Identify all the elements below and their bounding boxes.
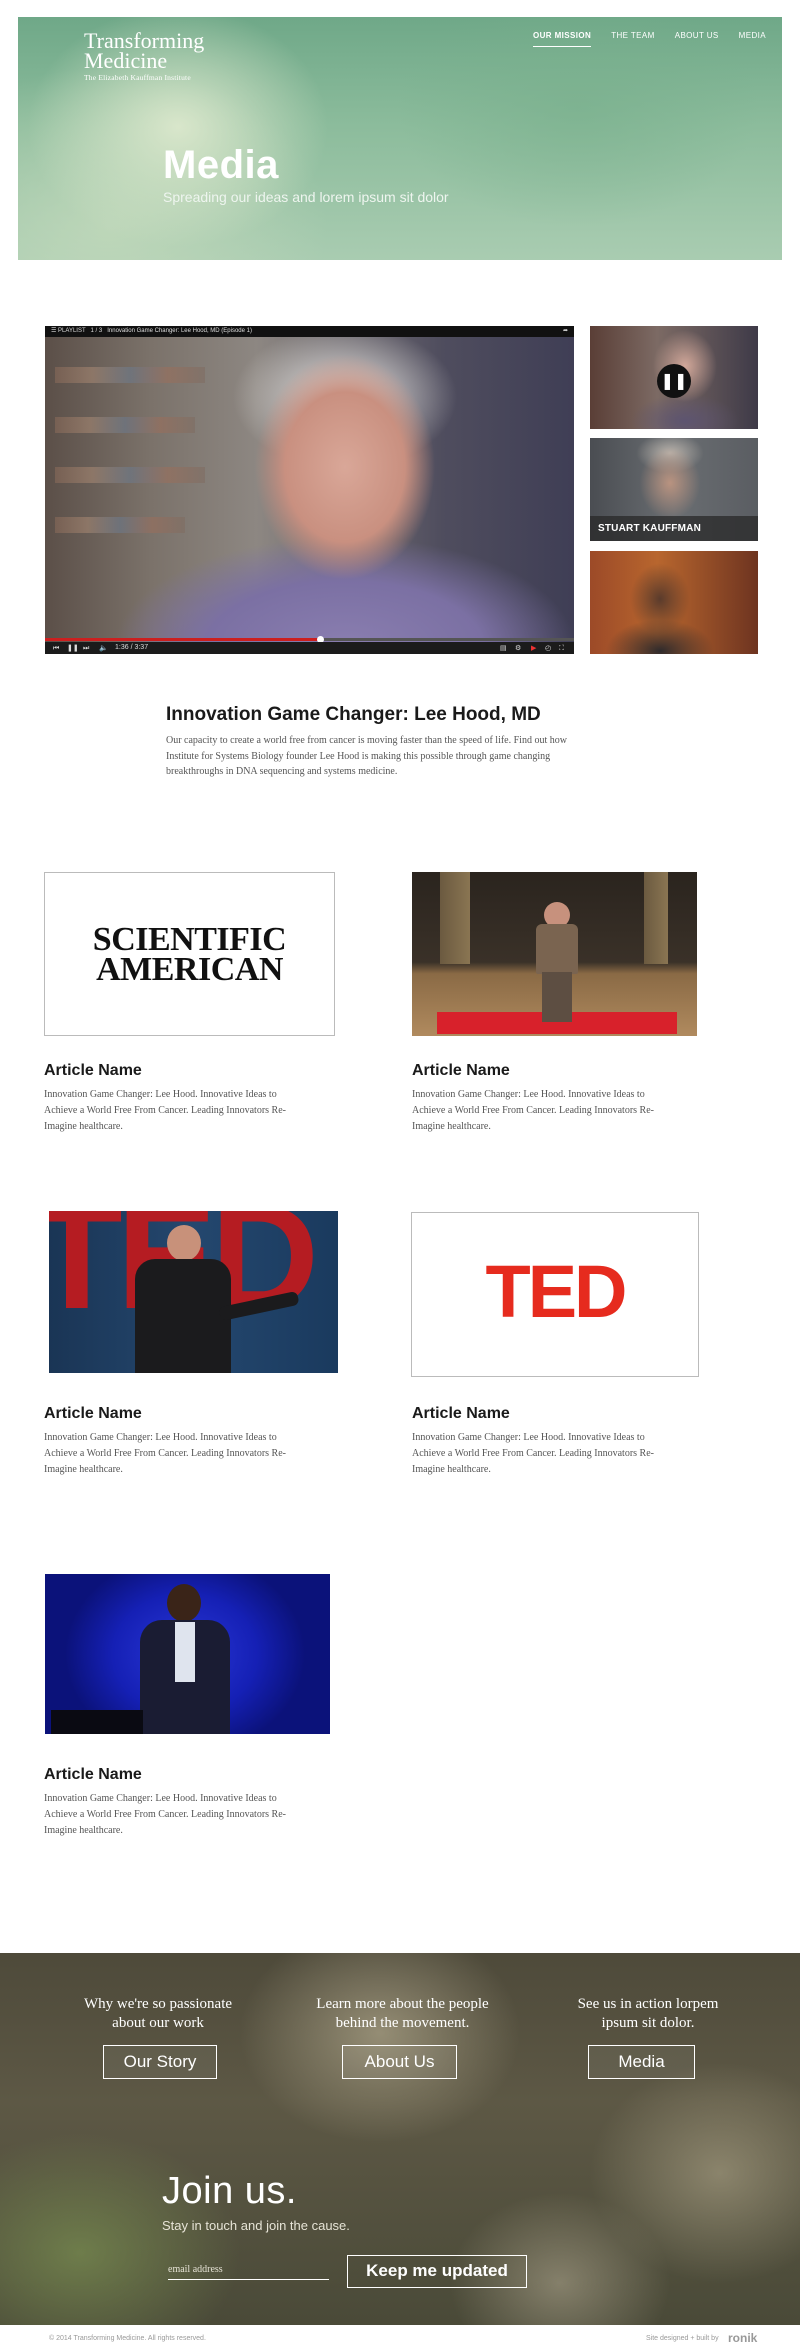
captions-icon[interactable]: ▤ [500,644,507,652]
playlist-icon[interactable]: ☰ [51,328,58,334]
volume-icon[interactable]: 🔈 [99,644,108,652]
column-text: See us in action lorpem [577,1996,719,2012]
video-time: 1:36 / 3:37 [115,644,149,651]
footer-column-media: See us in action lorpem ipsum sit dolor. [548,1995,748,2033]
article-title[interactable]: Article Name [44,1062,142,1080]
article-title[interactable]: Article Name [412,1062,510,1080]
ronik-logo[interactable]: ronik [728,2331,757,2345]
logo-text: AMERICAN [96,951,283,988]
article-description: Innovation Game Changer: Lee Hood. Innov… [412,1089,654,1132]
article-description: Innovation Game Changer: Lee Hood. Innov… [412,1432,654,1475]
page-subtitle: Spreading our ideas and lorem ipsum sit … [163,189,449,205]
video-title[interactable]: Innovation Game Changer: Lee Hood, MD (E… [107,328,252,334]
youtube-icon[interactable]: ▶ [531,644,536,652]
join-title: Join us. [162,2170,297,2212]
featured-title: Innovation Game Changer: Lee Hood, MD [166,704,541,725]
article-title[interactable]: Article Name [44,1766,142,1784]
article-image-scientific-american[interactable]: SCIENTIFIC AMERICAN [44,872,335,1036]
watch-later-icon[interactable]: ◴ [545,644,551,652]
about-us-button[interactable]: About Us [342,2045,457,2079]
bookshelf-decor [55,367,205,383]
ted-logo: TED [485,1250,628,1333]
site-credit: Site designed + built by [646,2335,719,2342]
playlist-label[interactable]: PLAYLIST [58,328,85,334]
video-progress-fill [45,638,320,641]
scientific-american-logo: SCIENTIFIC AMERICAN [45,923,334,988]
speaker-head [167,1584,201,1622]
our-story-button[interactable]: Our Story [103,2045,217,2079]
article-title[interactable]: Article Name [44,1405,142,1423]
column-text: about our work [112,2015,204,2031]
article-description: Innovation Game Changer: Lee Hood. Innov… [44,1793,286,1836]
curtain-decor [644,872,668,964]
footer-column-story: Why we're so passionate about our work [58,1995,258,2033]
column-text: Why we're so passionate [83,1996,233,2012]
share-icon[interactable]: ➦ [563,326,568,337]
article-image-speaker-blue-stage[interactable] [45,1574,330,1734]
previous-icon[interactable]: ⏮ [53,644,59,652]
article-description: Innovation Game Changer: Lee Hood. Innov… [44,1089,286,1132]
video-controls: ⏮ ❚❚ ⏭ 🔈 1:36 / 3:37 ▤ ⚙ ▶ ◴ ⛶ [45,642,574,654]
nav-the-team[interactable]: THE TEAM [611,31,655,47]
logo-tagline: The Elizabeth Kauffman Institute [84,73,191,82]
curtain-decor [440,872,470,964]
main-nav: OUR MISSION THE TEAM ABOUT US MEDIA [533,31,766,47]
footer-column-about: Learn more about the people behind the m… [290,1995,515,2033]
podium-laptop [51,1710,143,1734]
bookshelf-decor [55,417,195,433]
fullscreen-icon[interactable]: ⛶ [559,644,564,652]
speaker-head [167,1225,201,1261]
playlist-thumbnail-2[interactable]: STUART KAUFFMAN [590,438,758,541]
nav-about-us[interactable]: ABOUT US [675,31,719,47]
email-field[interactable]: email address [168,2264,329,2280]
speaker-sweater [135,1259,231,1373]
copyright: © 2014 Transforming Medicine. All rights… [49,2335,206,2342]
speaker-jacket [536,924,578,974]
playlist-thumbnail-1[interactable]: ❚❚ [590,326,758,429]
video-frame[interactable] [45,337,574,642]
settings-icon[interactable]: ⚙ [515,644,521,652]
column-text: ipsum sit dolor. [601,2015,695,2031]
pause-icon[interactable]: ❚❚ [657,364,691,398]
hero-banner: Transforming Medicine The Elizabeth Kauf… [18,17,782,260]
video-player[interactable]: ☰ PLAYLIST 1 / 3 Innovation Game Changer… [45,326,574,654]
subscribe-button[interactable]: Keep me updated [347,2255,527,2288]
nav-media[interactable]: MEDIA [739,31,766,47]
featured-description: Our capacity to create a world free from… [166,735,567,777]
pause-icon[interactable]: ❚❚ [67,644,79,652]
bookshelf-decor [55,467,205,483]
article-image-ted-speaker[interactable]: TED [49,1211,338,1373]
column-text: Learn more about the people [316,1996,489,2012]
speaker-trousers [542,972,572,1022]
thumbnail-caption: STUART KAUFFMAN [590,516,758,541]
column-text: behind the movement. [335,2015,470,2031]
article-title[interactable]: Article Name [412,1405,510,1423]
article-image-ted-logo[interactable]: TED [411,1212,699,1377]
article-description: Innovation Game Changer: Lee Hood. Innov… [44,1432,286,1475]
article-image-speaker-on-stage[interactable] [412,872,697,1036]
nav-our-mission[interactable]: OUR MISSION [533,31,592,47]
video-title-bar: ☰ PLAYLIST 1 / 3 Innovation Game Changer… [45,326,574,337]
media-button[interactable]: Media [588,2045,695,2079]
footer-cta: Why we're so passionate about our work O… [0,1953,800,2325]
bookshelf-decor [55,517,185,533]
logo-line-2: Medicine [84,48,168,73]
join-subtitle: Stay in touch and join the cause. [162,2218,350,2233]
page-title: Media [163,143,279,187]
bottom-bar: © 2014 Transforming Medicine. All rights… [0,2325,800,2351]
playlist-count: 1 / 3 [90,328,103,334]
video-progress-bar[interactable] [45,638,574,641]
speaker-shirt [175,1622,195,1682]
site-logo[interactable]: Transforming Medicine The Elizabeth Kauf… [84,30,204,83]
next-icon[interactable]: ⏭ [83,644,89,652]
playlist-thumbnail-3[interactable] [590,551,758,654]
